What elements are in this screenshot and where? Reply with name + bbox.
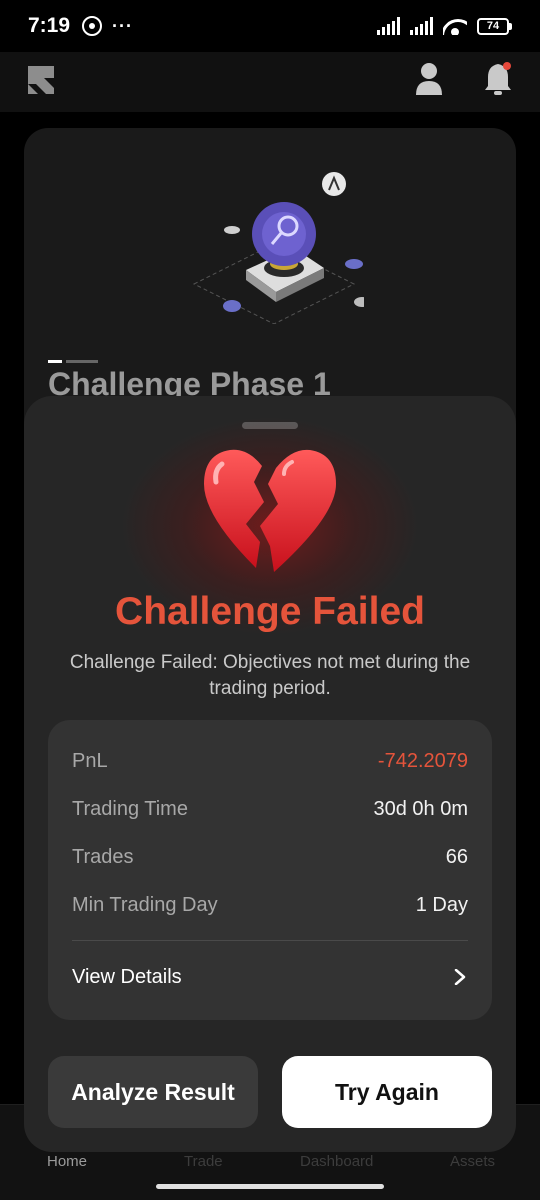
app-header <box>0 52 540 112</box>
stat-label: Trading Time <box>72 797 188 820</box>
stat-value-trading-time: 30d 0h 0m <box>373 797 468 820</box>
battery-level: 74 <box>477 17 509 35</box>
challenge-illustration-icon <box>192 172 364 324</box>
brand-logo-icon[interactable] <box>24 62 60 98</box>
result-title: Challenge Failed <box>115 590 425 633</box>
view-details-link[interactable]: View Details <box>72 960 468 994</box>
stat-value-trades: 66 <box>445 845 468 868</box>
stat-label: Min Trading Day <box>72 893 218 916</box>
stat-row-min-trading-day: Min Trading Day 1 Day <box>72 890 468 920</box>
home-indicator <box>156 1184 384 1189</box>
battery-icon: 74 <box>477 17 512 35</box>
view-details-label: View Details <box>72 965 182 988</box>
chevron-right-icon <box>454 969 466 985</box>
stat-value-min-trading-day: 1 Day <box>415 893 468 916</box>
wifi-icon <box>443 17 467 35</box>
status-bar: 7:19 ··· 74 <box>0 0 540 52</box>
stat-label: Trades <box>72 845 134 868</box>
whatsapp-icon <box>82 16 103 36</box>
stats-card: PnL -742.2079 Trading Time 30d 0h 0m Tra… <box>48 720 492 1020</box>
broken-heart-icon <box>204 449 336 572</box>
nav-dashboard[interactable]: Dashboard <box>300 1153 373 1170</box>
stat-value-pnl: -742.2079 <box>377 749 468 772</box>
stat-label: PnL <box>72 749 108 772</box>
status-time: 7:19 <box>28 14 71 37</box>
analyze-result-button[interactable]: Analyze Result <box>48 1056 258 1128</box>
more-notifications-icon: ··· <box>112 15 134 36</box>
notification-dot <box>503 62 511 70</box>
stat-row-pnl: PnL -742.2079 <box>72 746 468 776</box>
stat-row-trades: Trades 66 <box>72 842 468 872</box>
signal-icon <box>377 17 400 35</box>
card-divider <box>48 350 98 363</box>
challenge-result-sheet: Challenge Failed Challenge Failed: Objec… <box>24 396 516 1152</box>
bell-icon[interactable] <box>482 60 514 98</box>
stat-row-trading-time: Trading Time 30d 0h 0m <box>72 794 468 824</box>
result-description: Challenge Failed: Objectives not met dur… <box>69 652 471 699</box>
signal-icon-2 <box>410 17 433 35</box>
nav-home[interactable]: Home <box>47 1153 87 1170</box>
nav-trade[interactable]: Trade <box>184 1153 223 1170</box>
try-again-button[interactable]: Try Again <box>282 1056 492 1128</box>
stats-divider <box>72 940 468 941</box>
profile-icon[interactable] <box>415 62 443 96</box>
nav-assets[interactable]: Assets <box>450 1153 495 1170</box>
